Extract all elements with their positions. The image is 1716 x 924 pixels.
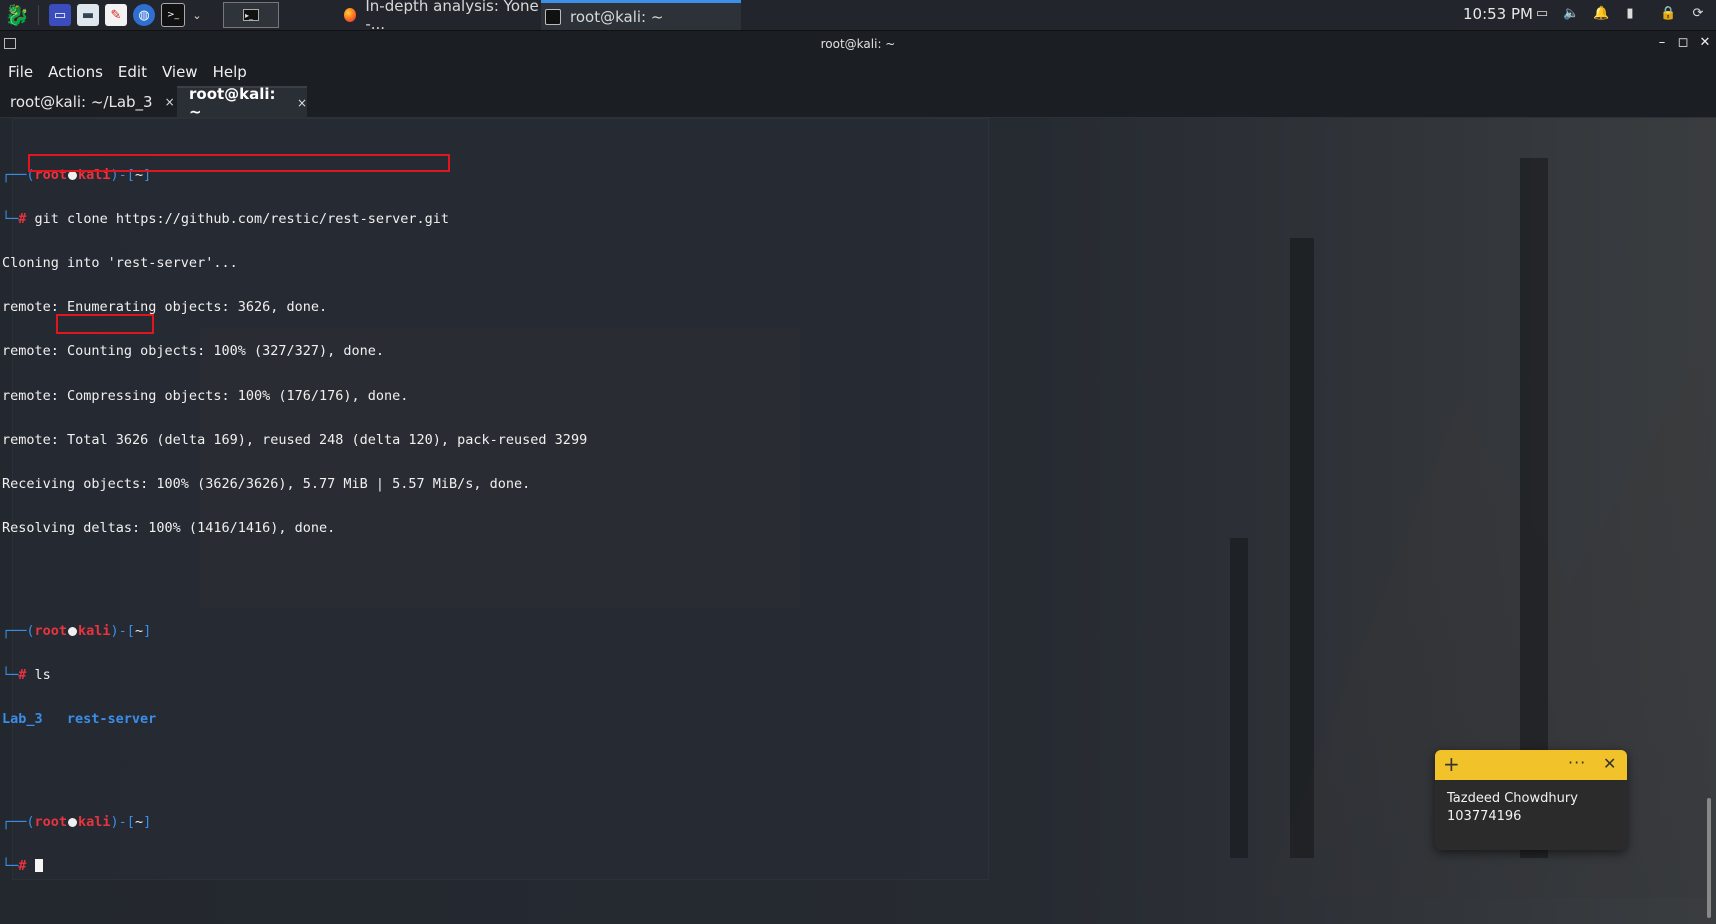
close-icon[interactable]: ✕ [1696,34,1714,52]
battery-icon[interactable]: ▮ [1622,6,1638,22]
workspace-thumbnail-icon: ▸_ [243,9,259,21]
background-wallpaper-tree [1230,538,1248,858]
volume-icon[interactable]: 🔈 [1563,6,1579,22]
prompt-line: ┌──(root kali)-[~] [2,813,152,830]
menu-help[interactable]: Help [213,63,247,81]
kali-menu-icon[interactable]: 🐉 [4,2,30,28]
chevron-down-icon[interactable]: ⌄ [191,4,203,26]
power-icon[interactable]: ⟳ [1690,6,1706,22]
tab-label: root@kali: ~ [189,84,276,121]
terminal-scrollbar[interactable] [1707,798,1711,918]
menu-actions[interactable]: Actions [48,63,103,81]
taskbar-item-label: In-depth analysis: Yone -... [365,0,539,33]
command-line: └─# ls [2,666,51,683]
add-note-icon[interactable]: + [1443,752,1460,776]
skull-icon [68,171,78,181]
menubar: File Actions Edit View Help [0,58,1716,86]
taskbar-item-browser[interactable]: In-depth analysis: Yone -... [340,0,540,33]
prompt-line: ┌──(root kali)-[~] [2,622,152,639]
annotation-highlight-command [28,154,450,172]
tab-lab3[interactable]: root@kali: ~/Lab_3 × [0,86,176,117]
notification-bell-icon[interactable]: 🔔 [1593,6,1609,22]
output-line: Resolving deltas: 100% (1416/1416), done… [2,519,336,536]
close-note-icon[interactable]: ✕ [1603,754,1616,773]
output-line: remote: Total 3626 (delta 169), reused 2… [2,431,588,448]
window-titlebar[interactable]: root@kali: ~ – ◻ ✕ [0,31,1716,58]
annotation-highlight-rest-server [56,314,154,334]
output-line: Cloning into 'rest-server'... [2,255,238,272]
output-line: remote: Compressing objects: 100% (176/1… [2,387,409,404]
sticky-note[interactable]: + ··· ✕ Tazdeed Chowdhury 103774196 [1435,750,1627,850]
sticky-note-line: 103774196 [1447,809,1522,824]
sticky-note-body[interactable]: Tazdeed Chowdhury 103774196 [1435,780,1627,836]
text-cursor [34,858,43,872]
skull-icon [68,817,78,827]
tab-label: root@kali: ~/Lab_3 [10,92,153,111]
tab-close-icon[interactable]: × [165,95,175,109]
more-options-icon[interactable]: ··· [1568,753,1586,772]
firefox-icon [344,8,357,22]
skull-icon [68,626,78,636]
terminal-console: ┌──(root kali)-[~] └─# git clone https://… [2,124,587,903]
taskbar-item-terminal[interactable]: root@kali: ~ [541,0,741,30]
desktop-icon[interactable]: ▭ [49,4,71,26]
sticky-note-header[interactable]: + ··· ✕ [1435,750,1627,780]
minimize-icon[interactable]: – [1653,34,1671,52]
command-text: git clone https://github.com/restic/rest… [34,211,450,228]
workspace-switcher[interactable]: ▸_ [223,2,279,28]
browser-icon[interactable]: ◍ [133,4,155,26]
output-line: remote: Counting objects: 100% (327/327)… [2,343,385,360]
ls-output-line: Lab_3 rest-server [2,712,587,727]
tab-close-icon[interactable]: × [297,96,307,110]
output-line: Receiving objects: 100% (3626/3626), 5.7… [2,475,531,492]
menu-edit[interactable]: Edit [118,63,147,81]
terminal-launcher-icon[interactable]: >_ [161,3,185,27]
maximize-icon[interactable]: ◻ [1674,34,1692,52]
window-title: root@kali: ~ [820,37,896,51]
command-text: ls [34,666,51,683]
menu-file[interactable]: File [8,63,33,81]
taskbar-item-label: root@kali: ~ [570,7,664,26]
tab-bar: root@kali: ~/Lab_3 × root@kali: ~ × [0,85,1716,121]
file-manager-icon[interactable]: ▬ [77,4,99,26]
display-icon[interactable]: ▭ [1534,6,1550,22]
taskbar: 🐉 ▭ ▬ ✎ ◍ >_ ⌄ ▸_ In-depth analysis: Yon… [0,0,1716,33]
sticky-note-line: Tazdeed Chowdhury [1447,791,1578,806]
text-editor-icon[interactable]: ✎ [105,4,127,26]
background-wallpaper-tree [1290,238,1314,858]
menu-view[interactable]: View [162,63,198,81]
ls-entry-rest-server: rest-server [66,710,157,727]
command-line: └─# [2,859,587,874]
clock[interactable]: 10:53 PM [1463,5,1533,23]
output-line: remote: Enumerating objects: 3626, done. [2,299,328,316]
lock-icon[interactable]: 🔒 [1660,6,1676,22]
terminal-icon [545,8,561,25]
ls-entry-lab3: Lab_3 [2,710,43,727]
tab-home[interactable]: root@kali: ~ × [177,85,307,121]
command-line: └─# git clone https://github.com/restic/… [2,211,450,228]
taskbar-separator [38,5,39,25]
